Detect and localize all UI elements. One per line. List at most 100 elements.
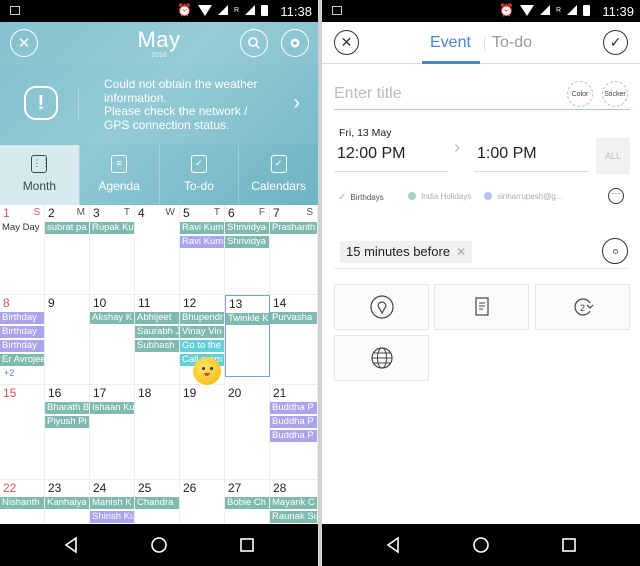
calendar-event[interactable]: Rupak Ku	[90, 222, 134, 234]
add-reminder-button[interactable]	[602, 238, 628, 264]
calendar-event[interactable]: Birthday	[0, 312, 44, 324]
recents-button[interactable]	[560, 536, 578, 554]
calendar-event[interactable]: Bhupendr	[180, 312, 224, 324]
calendar-event[interactable]: Twinkle K	[226, 313, 269, 325]
day-cell[interactable]: 15	[0, 385, 45, 480]
more-events-link[interactable]: +2	[4, 368, 14, 378]
calendar-event[interactable]: Ravi Kum	[180, 222, 224, 234]
calendar-event[interactable]: Ravi Kum	[180, 236, 224, 248]
all-day-toggle[interactable]: ALL	[596, 138, 630, 174]
recents-button[interactable]	[238, 536, 256, 554]
calendar-event[interactable]: Bobie Ch	[225, 497, 269, 509]
month-title[interactable]: May	[0, 27, 318, 53]
calendar-event[interactable]: May Day	[0, 222, 44, 234]
calendar-event[interactable]: Abhijeet	[135, 312, 179, 324]
calendar-event[interactable]: Purvasha	[270, 312, 317, 324]
calendar-event[interactable]: Birthday	[0, 340, 44, 352]
location-button[interactable]	[334, 284, 429, 330]
home-button[interactable]	[472, 536, 490, 554]
tab-agenda[interactable]: ≡ Agenda	[78, 145, 159, 205]
svg-text:2: 2	[580, 303, 585, 313]
calendar-personal[interactable]: sinharrupesh@g...	[484, 192, 563, 201]
calendar-event[interactable]: Manish K	[90, 497, 134, 509]
status-bar: ⏰ R 11:39	[322, 0, 640, 22]
day-cell[interactable]: 1 S May Day	[0, 205, 45, 295]
calendar-event[interactable]: Go to the	[180, 340, 224, 352]
reminder-chip[interactable]: 15 minutes before ✕	[340, 241, 473, 263]
calendar-event[interactable]: Ishaan Ku	[90, 402, 134, 414]
calendar-event[interactable]: Mayank C	[270, 497, 317, 509]
close-button[interactable]: ✕	[334, 30, 359, 55]
calendar-event[interactable]: Shirish Ku	[90, 511, 134, 523]
tab-calendars[interactable]: ✓ Calendars	[238, 145, 318, 205]
day-cell[interactable]: 4W	[135, 205, 180, 295]
calendar-event[interactable]: Saurabh J	[135, 326, 179, 338]
tab-event[interactable]: Event	[430, 34, 471, 52]
calendar-event[interactable]: subrat pa	[45, 222, 89, 234]
calendar-event[interactable]: Vinay Vin	[180, 326, 224, 338]
calendar-event[interactable]: Er Avrojee	[0, 354, 44, 366]
calendar-event[interactable]: Buddha P	[270, 416, 317, 428]
sticker-button[interactable]: Sticker	[602, 81, 628, 107]
day-cell[interactable]: 21 Buddha P Buddha P Buddha P	[270, 385, 318, 480]
day-number: 15	[3, 386, 17, 400]
day-cell[interactable]: 9	[45, 295, 90, 385]
calendar-event[interactable]: Piyush Pi	[45, 416, 89, 428]
memo-button[interactable]	[434, 284, 529, 330]
calendar-event[interactable]: Prashanth	[270, 222, 317, 234]
day-cell[interactable]: 11 Abhijeet Saurabh J Subhash	[135, 295, 180, 385]
search-button[interactable]	[240, 29, 268, 57]
settings-button[interactable]	[281, 29, 309, 57]
home-button[interactable]	[150, 536, 168, 554]
day-cell[interactable]: 16 Bharath B Piyush Pi	[45, 385, 90, 480]
start-time[interactable]: 12:00 PM	[337, 145, 405, 163]
day-cell[interactable]: 3 T Rupak Ku	[90, 205, 135, 295]
calendar-event[interactable]: Shrividya	[225, 222, 269, 234]
more-calendars-button[interactable]: ···	[608, 188, 624, 204]
tab-label: To-do	[183, 179, 214, 193]
day-cell[interactable]: 13 Twinkle K	[225, 295, 270, 377]
day-number: 10	[93, 296, 107, 310]
calendar-birthdays[interactable]: ✓ Birthdays	[338, 192, 384, 203]
save-button[interactable]: ✓	[603, 30, 628, 55]
day-cell[interactable]: 5 T Ravi Kum Ravi Kum	[180, 205, 225, 295]
day-cell[interactable]: 20	[225, 385, 270, 480]
calendar-event[interactable]: Nishanth	[0, 497, 44, 509]
day-cell[interactable]: 14 Purvasha	[270, 295, 318, 385]
tab-todo[interactable]: To-do	[492, 34, 532, 52]
calendar-event[interactable]: Birthday	[0, 326, 44, 338]
status-bar: ⏰ R 11:38	[0, 0, 318, 22]
back-button[interactable]	[384, 536, 402, 554]
day-cell[interactable]: 19	[180, 385, 225, 480]
calendar-event[interactable]: Chandra	[135, 497, 179, 509]
remove-reminder-icon[interactable]: ✕	[456, 245, 466, 259]
calendar-event[interactable]: Buddha P	[270, 430, 317, 442]
year-label: 2016	[151, 52, 167, 59]
calendar-event[interactable]: Raunak Su	[270, 511, 317, 523]
calendar-event[interactable]: Shrividya	[225, 236, 269, 248]
repeat-button[interactable]: 2	[535, 284, 630, 330]
day-cell[interactable]: 17 Ishaan Ku	[90, 385, 135, 480]
calendar-event[interactable]: Akshay K	[90, 312, 134, 324]
day-cell[interactable]: 2 Msubrat pa	[45, 205, 90, 295]
tab-month[interactable]: ⋮⋮ Month	[0, 145, 79, 205]
calendar-event[interactable]: Kanhaiya	[45, 497, 89, 509]
calendar-event[interactable]: Bharath B	[45, 402, 89, 414]
tab-todo[interactable]: ✓ To-do	[158, 145, 239, 205]
weekday-label: S	[306, 207, 313, 218]
day-cell[interactable]: 6 F Shrividya Shrividya	[225, 205, 270, 295]
calendar-event[interactable]: Subhash	[135, 340, 179, 352]
calendar-event[interactable]: Buddha P	[270, 402, 317, 414]
day-cell[interactable]: 18	[135, 385, 180, 480]
end-time[interactable]: 1:00 PM	[477, 145, 537, 163]
day-cell[interactable]: 8 Birthday Birthday Birthday Er Avrojee +2	[0, 295, 45, 385]
timezone-button[interactable]	[334, 335, 429, 381]
weather-banner[interactable]: ! Could not obtain the weather informati…	[0, 64, 318, 144]
calendar-india-holidays[interactable]: India Holidays	[408, 192, 471, 201]
event-date[interactable]: Fri, 13 May	[339, 127, 392, 139]
color-button[interactable]: Color	[567, 81, 593, 107]
back-button[interactable]	[62, 536, 80, 554]
day-cell[interactable]: 7 S Prashanth	[270, 205, 318, 295]
day-cell[interactable]: 10 Akshay K	[90, 295, 135, 385]
top-bar: ✕ May 2016	[0, 22, 318, 64]
